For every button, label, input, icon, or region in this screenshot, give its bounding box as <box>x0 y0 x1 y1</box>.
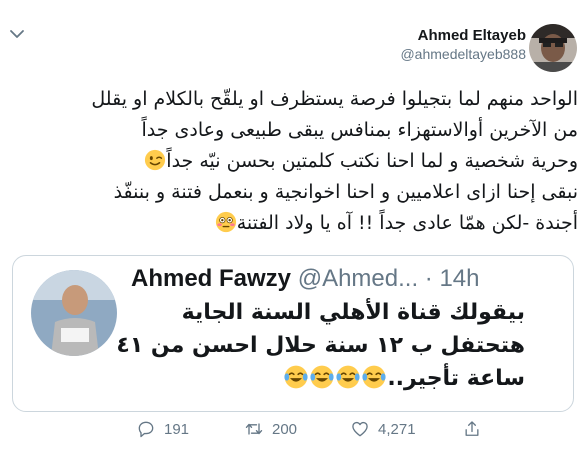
share-button[interactable] <box>462 418 482 440</box>
face-with-tears-of-joy-icon <box>362 365 386 389</box>
flushed-face-icon <box>215 211 236 233</box>
face-with-tears-of-joy-icon <box>336 365 360 389</box>
retweet-button[interactable]: 200 <box>244 418 297 440</box>
tweet-author[interactable]: Ahmed Eltayeb @ahmedeltayeb888 <box>400 26 526 63</box>
quoted-line-with-emoji: ساعة تأجير.. <box>125 362 525 395</box>
author-name[interactable]: Ahmed Eltayeb <box>400 26 526 45</box>
tweet-line-with-emoji: وحرية شخصية و لما احنا نكتب كلمتين بحسن … <box>12 146 578 177</box>
quoted-line: بيقولك قناة الأهلي السنة الجاية <box>181 300 525 325</box>
quoted-tweet-text: بيقولك قناة الأهلي السنة الجاية هتحتفل ب… <box>116 296 525 395</box>
face-with-tears-of-joy-icon <box>284 365 308 389</box>
reply-icon <box>138 421 154 438</box>
heart-icon <box>352 421 368 437</box>
tweet-line: من الآخرين أوالاستهزاء بمنافس يبقى طبيعى… <box>141 119 578 141</box>
quoted-tweet-header: Ahmed Fawzy @Ahmed... · 14h <box>131 264 480 294</box>
tears-of-joy-emoji-group <box>283 365 387 391</box>
quoted-timestamp[interactable]: · 14h <box>425 265 480 292</box>
quoted-line: هتحتفل ب ١٢ سنة حلال احسن من ٤١ <box>116 333 525 358</box>
retweet-icon <box>245 423 263 435</box>
tweet-text: الواحد منهم لما بتجيلوا فرصة يستظرف او ي… <box>12 84 578 239</box>
tweet-line-with-emoji: أجندة -لكن همّا عادى جداً !! آه يا ولاد … <box>12 208 578 239</box>
quoted-line-text: ساعة تأجير.. <box>387 366 525 391</box>
winking-face-icon <box>145 149 166 171</box>
quoted-author-handle[interactable]: @Ahmed... <box>298 265 418 292</box>
quoted-tweet[interactable]: Ahmed Fawzy @Ahmed... · 14h بيقولك قناة … <box>12 255 574 412</box>
tweet-actions: 191 200 4,271 <box>0 418 586 448</box>
tweet-line-text: أجندة -لكن همّا عادى جداً !! آه يا ولاد … <box>236 212 578 234</box>
like-button[interactable]: 4,271 <box>350 418 416 440</box>
retweet-count: 200 <box>272 420 298 438</box>
quoted-author-name[interactable]: Ahmed Fawzy <box>131 265 291 292</box>
reply-count: 191 <box>164 420 190 438</box>
tweet-line: نبقى إحنا ازاى اعلاميين و احنا اخوانجية … <box>113 181 578 203</box>
author-avatar[interactable] <box>529 24 577 72</box>
tweet-line: الواحد منهم لما بتجيلوا فرصة يستظرف او ي… <box>91 88 578 110</box>
share-icon <box>465 421 479 436</box>
reply-button[interactable]: 191 <box>136 418 189 440</box>
chevron-down-icon[interactable] <box>9 28 25 40</box>
tweet-line-text: وحرية شخصية و لما احنا نكتب كلمتين بحسن … <box>166 150 578 172</box>
quoted-author-avatar[interactable] <box>31 270 117 356</box>
like-count: 4,271 <box>378 420 416 438</box>
face-with-tears-of-joy-icon <box>310 365 334 389</box>
author-handle[interactable]: @ahmedeltayeb888 <box>400 45 526 63</box>
